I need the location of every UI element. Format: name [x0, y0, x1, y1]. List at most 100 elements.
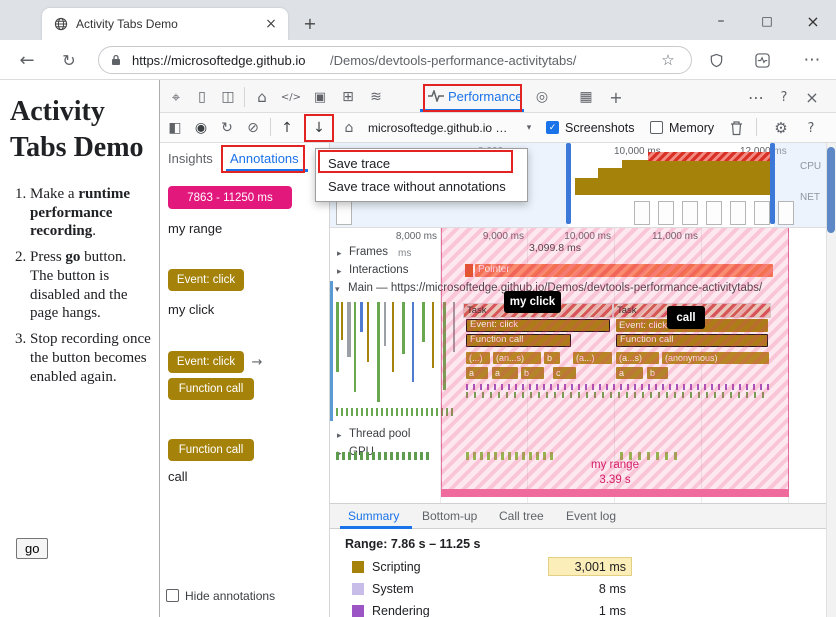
summary-range-text: Range: 7.86 s – 11.25 s [345, 537, 481, 551]
annotation-range-badge[interactable]: 7863 - 11250 ms [168, 186, 292, 209]
summary-tab-underline [340, 526, 412, 529]
expand-icon[interactable]: ▸ [337, 266, 342, 277]
trash-icon[interactable] [726, 118, 746, 138]
highlight-box-annotations-tab [221, 145, 305, 173]
annotation-range-label[interactable]: my range [168, 221, 222, 236]
favorites-star-icon[interactable]: ☆ [656, 48, 680, 72]
back-icon[interactable]: ← [14, 47, 40, 73]
refresh-icon[interactable]: ↻ [56, 47, 82, 73]
performance-help-icon[interactable]: ? [800, 117, 822, 139]
tab-call-tree[interactable]: Call tree [499, 509, 544, 523]
legend-value: 1 ms [548, 604, 626, 617]
live-metrics-icon[interactable]: ⌂ [338, 117, 360, 139]
range-annotation-label: my range [575, 459, 655, 471]
sources-icon[interactable]: </> [278, 85, 304, 109]
annotation-event-label[interactable]: my click [168, 302, 214, 317]
highlight-box-export-icon [304, 114, 334, 142]
screenshot-thumbnail[interactable] [730, 201, 746, 225]
layout-grid-icon[interactable]: ▦ [574, 85, 598, 109]
screenshots-checkbox[interactable]: ✓ [546, 121, 559, 134]
screenshot-thumbnail[interactable] [706, 201, 722, 225]
collapse-icon[interactable]: ▾ [335, 284, 340, 295]
frames-track-label[interactable]: Frames [349, 246, 388, 258]
tab-title: Activity Tabs Demo [76, 17, 178, 31]
chevron-down-icon: ▾ [522, 119, 536, 137]
screenshot-thumbnail[interactable] [658, 201, 674, 225]
tab-close-icon[interactable]: × [262, 15, 280, 33]
annotation-function-badge[interactable]: Function call [168, 439, 254, 461]
entry-label-call[interactable]: call [667, 306, 705, 329]
toolbar-divider [244, 87, 245, 107]
legend-name: Scripting [372, 560, 421, 574]
dock-panel-icon[interactable]: ◫ [216, 85, 240, 109]
network-icon[interactable]: ≋ [364, 85, 388, 109]
record-icon[interactable]: ◉ [190, 117, 212, 139]
range-annotation-overlay [441, 228, 789, 497]
screenshot-thumbnail[interactable] [754, 201, 770, 225]
interactions-track-label[interactable]: Interactions [349, 264, 408, 276]
range-annotation-duration: 3.39 s [575, 474, 655, 486]
welcome-home-icon[interactable]: ⌂ [250, 85, 274, 109]
annotation-event-badge[interactable]: Event: click [168, 269, 244, 291]
page-content: Activity Tabs Demo Make a runtime perfor… [0, 80, 159, 617]
expand-icon[interactable]: ▸ [337, 430, 342, 441]
legend-swatch-rendering [352, 605, 364, 617]
panel-extra-icon[interactable]: ◎ [530, 85, 554, 109]
go-button[interactable]: go [16, 538, 48, 559]
trace-source-dropdown[interactable]: microsoftedge.github.io … [368, 121, 507, 135]
list-item: Press go button. The button is disabled … [30, 248, 152, 323]
device-toolbar-icon[interactable]: ▯ [190, 85, 214, 109]
instructions-list: Make a runtime performance recording. Pr… [0, 185, 152, 387]
console-icon[interactable]: ▣ [308, 85, 332, 109]
screenshot-thumbnail[interactable] [336, 201, 352, 225]
menu-item-save-trace-without-annotations[interactable]: Save trace without annotations [316, 175, 527, 198]
hide-annotations-checkbox[interactable] [166, 589, 179, 602]
clear-icon[interactable]: ⊘ [242, 117, 264, 139]
application-icon[interactable]: ⊞ [336, 85, 360, 109]
frames-unit-label: ms [398, 248, 411, 259]
add-panel-icon[interactable]: + [604, 85, 628, 109]
activity-bar [336, 302, 339, 372]
screenshot-thumbnail[interactable] [682, 201, 698, 225]
memory-checkbox[interactable] [650, 121, 663, 134]
painting-ticks [336, 408, 454, 416]
devtools-help-icon[interactable]: ? [772, 85, 796, 109]
tab-summary[interactable]: Summary [348, 509, 399, 523]
link-arrow-icon: → [248, 352, 266, 372]
browser-menu-icon[interactable]: ⋯ [800, 48, 824, 72]
tab-insights[interactable]: Insights [168, 151, 213, 166]
window-maximize-button[interactable]: □ [746, 8, 788, 34]
screenshot-thumbnail[interactable] [778, 201, 794, 225]
tracking-prevention-shield-icon[interactable] [706, 50, 726, 70]
new-tab-button[interactable]: + [300, 13, 320, 33]
devtools-close-icon[interactable]: × [800, 85, 824, 109]
overview-left-handle[interactable] [566, 143, 571, 224]
annotation-event-badge[interactable]: Event: click [168, 351, 244, 373]
list-item: Stop recording once the button becomes e… [30, 330, 152, 386]
tab-favicon-globe-icon [54, 17, 68, 31]
screenshot-thumbnail[interactable] [634, 201, 650, 225]
browser-window: Activity Tabs Demo × + – □ × ← ↻ https:/… [0, 0, 836, 617]
annotation-function-label[interactable]: call [168, 469, 188, 484]
devtools-more-icon[interactable]: ⋯ [744, 85, 768, 109]
activity-bar [402, 302, 405, 354]
sidebar-toggle-icon[interactable]: ◧ [164, 117, 186, 139]
rerecord-icon[interactable]: ↻ [216, 117, 238, 139]
window-minimize-button[interactable]: – [700, 8, 742, 34]
hide-annotations-label: Hide annotations [185, 589, 275, 603]
inspect-icon[interactable]: ⌖ [164, 85, 188, 109]
expand-icon[interactable]: ▸ [337, 248, 342, 259]
scrollbar-thumb[interactable] [827, 147, 835, 233]
entry-label-my-click[interactable]: my click [504, 291, 561, 313]
browser-essentials-icon[interactable] [752, 50, 772, 70]
tab-bottom-up[interactable]: Bottom-up [422, 509, 477, 523]
list-item: Make a runtime performance recording. [30, 185, 152, 241]
window-close-button[interactable]: × [792, 8, 834, 34]
import-profile-icon[interactable]: ↑ [276, 117, 298, 139]
tab-event-log[interactable]: Event log [566, 509, 616, 523]
thread-pool-track-label[interactable]: Thread pool [349, 428, 410, 440]
overview-right-handle[interactable] [770, 143, 775, 224]
gear-icon[interactable]: ⚙ [770, 117, 792, 139]
annotation-function-badge[interactable]: Function call [168, 378, 254, 400]
main-track-indicator [330, 281, 333, 421]
